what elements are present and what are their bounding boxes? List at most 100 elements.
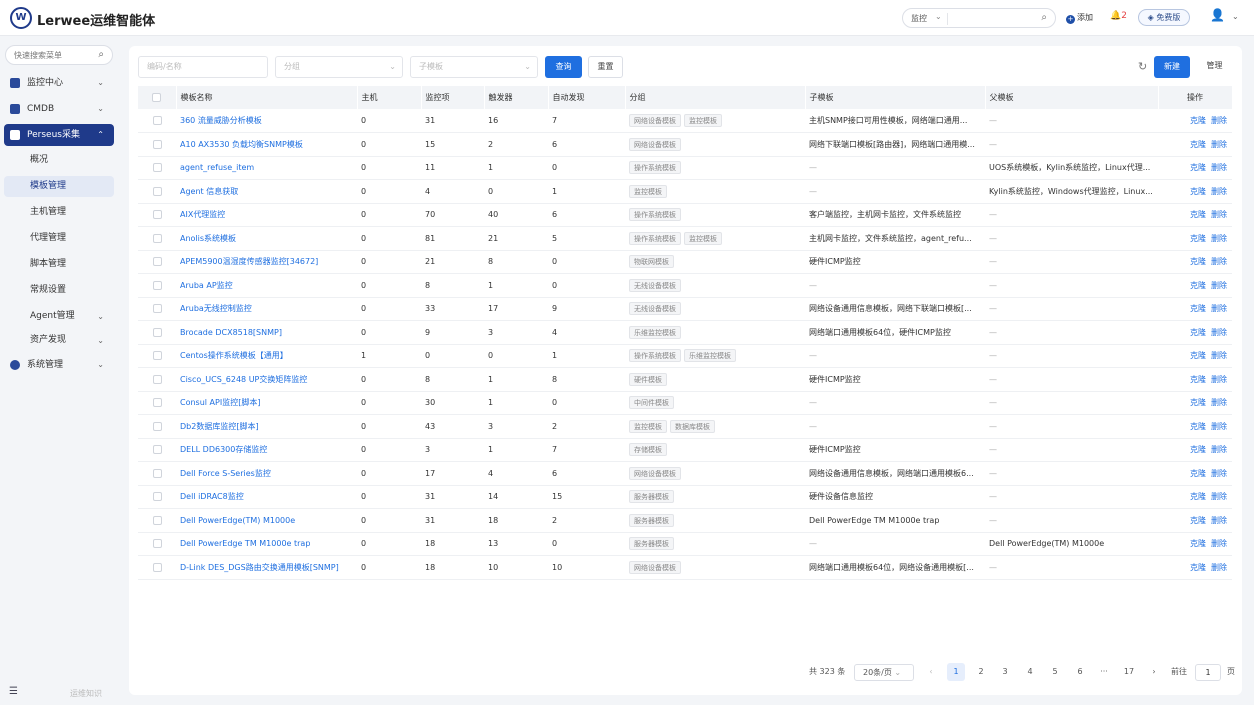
clone-button[interactable]: 克隆 (1190, 351, 1206, 360)
clone-button[interactable]: 克隆 (1190, 375, 1206, 384)
template-name-link[interactable]: agent_refuse_item (176, 156, 357, 180)
page-number-button[interactable]: 5 (1046, 663, 1064, 681)
delete-button[interactable]: 删除 (1211, 539, 1227, 548)
clone-button[interactable]: 克隆 (1190, 116, 1206, 125)
clone-button[interactable]: 克隆 (1190, 469, 1206, 478)
delete-button[interactable]: 删除 (1211, 257, 1227, 266)
template-name[interactable]: Dell iDRAC8监控 (180, 492, 244, 501)
clone-button[interactable]: 克隆 (1190, 234, 1206, 243)
page-number-button[interactable]: 3 (996, 663, 1014, 681)
delete-button[interactable]: 删除 (1211, 210, 1227, 219)
clone-button[interactable]: 克隆 (1190, 492, 1206, 501)
template-name-link[interactable]: Dell PowerEdge TM M1000e trap (176, 532, 357, 556)
sidebar-subitem-overview[interactable]: 概况 (4, 150, 114, 171)
delete-button[interactable]: 删除 (1211, 445, 1227, 454)
row-checkbox[interactable] (138, 367, 176, 392)
clone-button[interactable]: 克隆 (1190, 257, 1206, 266)
page-number-button[interactable]: 4 (1021, 663, 1039, 681)
row-checkbox[interactable] (138, 273, 176, 298)
template-name[interactable]: APEM5900温湿度传感器监控[34672] (180, 257, 318, 266)
template-name-link[interactable]: Dell PowerEdge(TM) M1000e (176, 508, 357, 533)
delete-button[interactable]: 删除 (1211, 116, 1227, 125)
row-checkbox[interactable] (138, 461, 176, 486)
free-edition-badge[interactable]: ◈ 免费版 (1138, 9, 1190, 26)
prev-page-button[interactable]: ‹ (922, 663, 940, 681)
collapse-menu-icon[interactable]: ☰ (9, 686, 18, 697)
template-name-link[interactable]: AIX代理监控 (176, 203, 357, 227)
search-icon[interactable]: ⌕ (98, 49, 104, 60)
global-search[interactable]: 监控 ⌄ ⌕ (902, 8, 1056, 28)
checkbox-box[interactable] (152, 139, 162, 149)
row-checkbox[interactable] (138, 320, 176, 345)
checkbox-box[interactable] (152, 304, 162, 314)
row-checkbox[interactable] (138, 344, 176, 368)
sidebar-subitem-script-management[interactable]: 脚本管理 (4, 254, 114, 275)
checkbox-box[interactable] (152, 468, 162, 478)
search-scope-select[interactable]: 监控 (911, 13, 927, 24)
template-name-link[interactable]: Aruba无线控制监控 (176, 297, 357, 321)
row-checkbox[interactable] (138, 226, 176, 251)
delete-button[interactable]: 删除 (1211, 422, 1227, 431)
row-checkbox[interactable] (138, 156, 176, 180)
clone-button[interactable]: 克隆 (1190, 422, 1206, 431)
user-icon[interactable]: 👤 (1210, 8, 1225, 22)
menu-search-input[interactable]: 快速搜索菜单 ⌕ (5, 45, 113, 65)
row-checkbox[interactable] (138, 250, 176, 274)
page-number-button[interactable]: 17 (1120, 663, 1138, 681)
clone-button[interactable]: 克隆 (1190, 210, 1206, 219)
page-number-button[interactable]: 2 (972, 663, 990, 681)
row-checkbox[interactable] (138, 391, 176, 415)
sidebar-subitem-general-settings[interactable]: 常规设置 (4, 280, 114, 301)
new-button[interactable]: 新建 (1154, 56, 1190, 78)
row-checkbox[interactable] (138, 555, 176, 580)
clone-button[interactable]: 克隆 (1190, 516, 1206, 525)
checkbox-box[interactable] (152, 445, 162, 455)
clone-button[interactable]: 克隆 (1190, 187, 1206, 196)
template-name[interactable]: Aruba无线控制监控 (180, 304, 252, 313)
delete-button[interactable]: 删除 (1211, 398, 1227, 407)
template-name[interactable]: 360 流量威胁分析模板 (180, 116, 262, 125)
next-page-button[interactable]: › (1145, 663, 1163, 681)
checkbox-box[interactable] (152, 351, 162, 361)
template-name-link[interactable]: Dell iDRAC8监控 (176, 485, 357, 509)
delete-button[interactable]: 删除 (1211, 492, 1227, 501)
delete-button[interactable]: 删除 (1211, 187, 1227, 196)
sidebar-item-monitor-center[interactable]: 监控中心 ⌄ (4, 72, 114, 94)
delete-button[interactable]: 删除 (1211, 516, 1227, 525)
child-template-select[interactable]: 子模板 ⌄ (410, 56, 538, 78)
sidebar-item-perseus[interactable]: Perseus采集 ⌃ (4, 124, 114, 146)
template-name[interactable]: Brocade DCX8518[SNMP] (180, 328, 282, 337)
select-all-checkbox[interactable] (138, 86, 177, 109)
chevron-down-icon[interactable]: ⌄ (1232, 12, 1239, 21)
checkbox-box[interactable] (152, 327, 162, 337)
template-name[interactable]: Cisco_UCS_6248 UP交换矩阵监控 (180, 375, 307, 384)
template-name[interactable]: A10 AX3530 负载均衡SNMP模板 (180, 140, 303, 149)
template-name[interactable]: Aruba AP监控 (180, 281, 233, 290)
row-checkbox[interactable] (138, 485, 176, 509)
template-name-link[interactable]: Db2数据库监控[脚本] (176, 414, 357, 439)
checkbox-box[interactable] (152, 515, 162, 525)
delete-button[interactable]: 删除 (1211, 281, 1227, 290)
template-name[interactable]: D-Link DES_DGS路由交换通用模板[SNMP] (180, 563, 339, 572)
group-select[interactable]: 分组 ⌄ (275, 56, 403, 78)
search-icon[interactable]: ⌕ (1041, 12, 1047, 23)
checkbox-box[interactable] (152, 421, 162, 431)
page-ellipsis[interactable]: ··· (1095, 663, 1113, 681)
clone-button[interactable]: 克隆 (1190, 304, 1206, 313)
page-number-button[interactable]: 1 (947, 663, 965, 681)
clone-button[interactable]: 克隆 (1190, 445, 1206, 454)
checkbox-box[interactable] (152, 233, 162, 243)
template-name[interactable]: Centos操作系统模板【通用】 (180, 351, 288, 360)
sidebar-item-cmdb[interactable]: CMDB ⌄ (4, 98, 114, 120)
clone-button[interactable]: 克隆 (1190, 398, 1206, 407)
checkbox-box[interactable] (152, 539, 162, 549)
clone-button[interactable]: 克隆 (1190, 328, 1206, 337)
checkbox-box[interactable] (152, 398, 162, 408)
row-checkbox[interactable] (138, 132, 176, 157)
template-name[interactable]: Db2数据库监控[脚本] (180, 422, 259, 431)
sidebar-subitem-proxy-management[interactable]: 代理管理 (4, 228, 114, 249)
template-name-link[interactable]: APEM5900温湿度传感器监控[34672] (176, 250, 357, 274)
checkbox-box[interactable] (152, 163, 162, 173)
delete-button[interactable]: 删除 (1211, 328, 1227, 337)
checkbox-box[interactable] (152, 562, 162, 572)
